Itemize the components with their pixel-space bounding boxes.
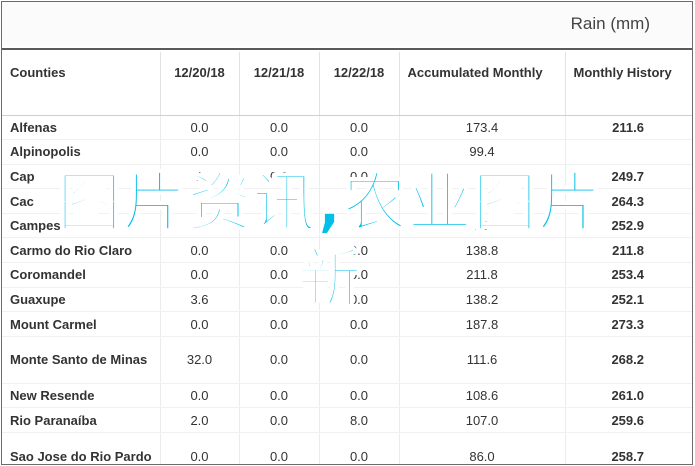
table-header-row: Counties 12/20/18 12/21/18 12/22/18 Accu… [2,52,692,116]
accumulated-monthly: 111.6 [399,336,566,384]
monthly-history: 268.2 [565,336,692,384]
rain-day-1: 2.0 [160,407,240,434]
rain-day-3: 0.0 [319,336,400,384]
county-name: Sao Jose do Rio Pardo [2,432,161,464]
column-header-history[interactable]: Monthly History [565,52,692,116]
column-header-date-3[interactable]: 12/22/18 [319,52,400,116]
column-header-date-2[interactable]: 12/21/18 [239,52,320,116]
table-row: Sao Jose do Rio Pardo 0.0 0.0 0.0 86.0 2… [2,432,692,464]
county-name: Monte Santo de Minas [2,336,161,384]
column-header-counties[interactable]: Counties [2,52,161,116]
monthly-history: 259.6 [565,407,692,434]
rain-day-1: 0.0 [160,432,240,464]
accumulated-monthly: 99.4 [399,139,566,165]
table-row: Alpinopolis 0.0 0.0 0.0 99.4 [2,139,692,165]
header-divider [2,48,692,50]
column-header-date-1[interactable]: 12/20/18 [160,52,240,116]
accumulated-monthly: 173.4 [399,115,566,141]
watermark-overlay: 图片资讯,农业图片新 [56,166,603,318]
rain-day-1: 0.0 [160,139,240,165]
table-row: Rio Paranaíba 2.0 0.0 8.0 107.0 259.6 [2,407,692,434]
rain-day-3: 0.0 [319,383,400,409]
monthly-history: 261.0 [565,383,692,409]
rain-day-3: 0.0 [319,115,400,141]
table-title: Rain (mm) [570,14,650,33]
monthly-history: 211.6 [565,115,692,141]
rain-day-3: 0.0 [319,432,400,464]
table-row: New Resende 0.0 0.0 0.0 108.6 261.0 [2,383,692,409]
rain-day-2: 0.0 [239,336,320,384]
rain-day-3: 0.0 [319,139,400,165]
accumulated-monthly: 108.6 [399,383,566,409]
rain-day-2: 0.0 [239,115,320,141]
monthly-history [565,139,692,165]
county-name: Alfenas [2,115,161,141]
rain-day-3: 8.0 [319,407,400,434]
rain-day-2: 0.0 [239,383,320,409]
county-name: Rio Paranaíba [2,407,161,434]
table-row: Monte Santo de Minas 32.0 0.0 0.0 111.6 … [2,336,692,384]
rain-day-2: 0.0 [239,139,320,165]
rain-day-1: 0.0 [160,383,240,409]
monthly-history: 258.7 [565,432,692,464]
rain-day-1: 32.0 [160,336,240,384]
rain-day-1: 0.0 [160,115,240,141]
accumulated-monthly: 107.0 [399,407,566,434]
table-row: Alfenas 0.0 0.0 0.0 173.4 211.6 [2,115,692,141]
rain-day-2: 0.0 [239,432,320,464]
accumulated-monthly: 86.0 [399,432,566,464]
county-name: New Resende [2,383,161,409]
column-header-accumulated[interactable]: Accumulated Monthly [399,52,566,116]
county-name: Alpinopolis [2,139,161,165]
rain-day-2: 0.0 [239,407,320,434]
title-bar: Rain (mm) [2,2,692,46]
